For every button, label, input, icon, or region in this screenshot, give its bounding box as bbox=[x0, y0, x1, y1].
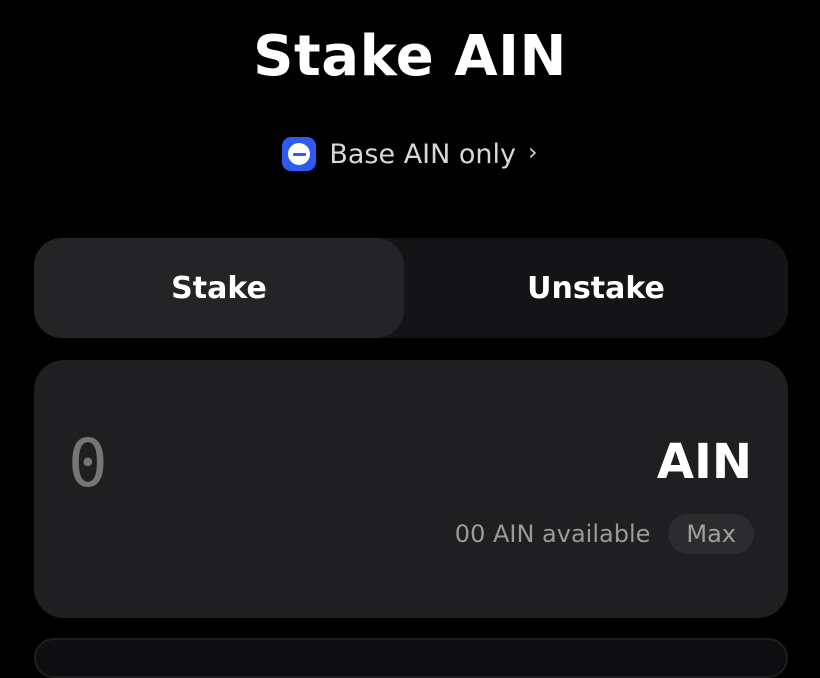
network-label: Base AIN only bbox=[329, 138, 517, 170]
tab-stake[interactable]: Stake bbox=[34, 238, 404, 338]
chevron-right-icon: › bbox=[528, 138, 538, 166]
balance-row: 00 AIN available Max bbox=[455, 514, 754, 554]
stake-amount-card: AIN 00 AIN available Max bbox=[34, 360, 788, 618]
token-label: AIN bbox=[656, 434, 752, 490]
available-balance: 00 AIN available bbox=[454, 520, 651, 548]
network-selector[interactable]: Base AIN only › bbox=[0, 134, 820, 174]
stake-tabs: Stake Unstake bbox=[34, 238, 788, 338]
amount-input[interactable] bbox=[68, 424, 488, 504]
next-card bbox=[34, 638, 788, 678]
tab-unstake[interactable]: Unstake bbox=[404, 238, 788, 338]
base-network-icon bbox=[282, 137, 317, 171]
page-title: Stake AIN bbox=[253, 24, 567, 89]
max-button[interactable]: Max bbox=[668, 514, 754, 554]
